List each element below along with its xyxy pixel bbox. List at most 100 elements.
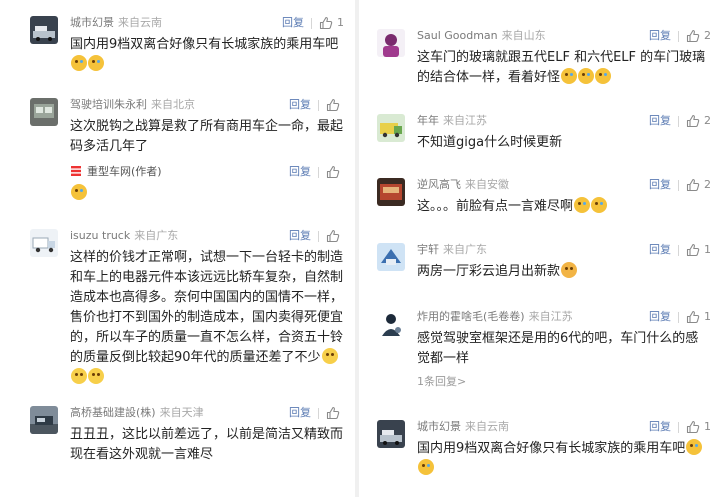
reply-button[interactable]: 回复: [649, 176, 671, 194]
awkward-smile-emoji-icon: [321, 348, 338, 364]
comment-meta: 逆风高飞 来自安徽 回复 2: [417, 176, 711, 194]
comment-location: 来自云南: [118, 16, 162, 29]
comment-location: 来自北京: [151, 98, 195, 111]
right-comment-panel: Saul Goodman 来自山东 回复 2 这车门的玻璃就跟五代ELF 和六代ELF …: [359, 0, 721, 497]
action-separator: [678, 311, 679, 323]
comment-text-block: 两房一厅彩云追月出新款: [417, 262, 711, 282]
user-avatar[interactable]: [377, 310, 405, 338]
left-comment-panel: 城市幻景 来自云南 回复 1 国内用9档双离合好像只有长城家族的乘用车吧 驾驶培训朱永利来…: [0, 0, 355, 497]
comment-text: 两房一厅彩云追月出新款: [417, 264, 561, 279]
comment-text-block: 这次脱钩之战算是救了所有商用车企一命，最起码多活几年了: [70, 117, 344, 157]
comment-text-block: 国内用9档双离合好像只有长城家族的乘用车吧: [417, 439, 711, 479]
comment-meta: 高桥基础建設(株) 来自天津 回复: [70, 404, 344, 422]
user-avatar[interactable]: [377, 420, 405, 448]
laugh-cry-emoji-icon: [578, 68, 595, 84]
like-count: 1: [337, 16, 344, 29]
comment-actions: 回复 1: [649, 308, 711, 326]
reply-button[interactable]: 回复: [289, 96, 311, 114]
thumbs-up-icon[interactable]: [686, 310, 700, 324]
comment-location: 来自天津: [159, 406, 204, 419]
comment-meta: 炸用的霍啥毛(毛卷卷) 来自江苏 回复 1: [417, 308, 711, 326]
reply-button[interactable]: 回复: [649, 27, 671, 45]
comment-text-block: 这样的价钱才正常啊，试想一下一台轻卡的制造和车上的电器元件本该远远比轿车复杂，自…: [70, 248, 344, 388]
thumbs-up-icon[interactable]: [686, 29, 700, 43]
laugh-cry-emoji-icon: [71, 55, 87, 71]
comment-location: 来自云南: [465, 420, 509, 433]
comment-actions: 回复 1: [282, 14, 344, 32]
thumbs-up-icon[interactable]: [686, 178, 700, 192]
comment-username[interactable]: 逆风高飞: [417, 178, 461, 191]
reply-button[interactable]: 回复: [649, 112, 671, 130]
reply-button[interactable]: 回复: [282, 14, 304, 32]
reply-button[interactable]: 回复: [289, 227, 311, 245]
comment-body: 城市幻景 来自云南 回复 1 国内用9档双离合好像只有长城家族的乘用车吧: [417, 418, 711, 479]
comment-body: isuzu truck 来自广东 回复这样的价钱才正常啊，试想一下一台轻卡的制造和车…: [70, 227, 344, 388]
reply-button[interactable]: 回复: [649, 308, 671, 326]
author-reply-actions: 回复: [289, 163, 344, 181]
author-logo-icon: [70, 165, 82, 177]
reply-button[interactable]: 回复: [289, 404, 311, 422]
user-avatar[interactable]: [377, 243, 405, 271]
laugh-cry-emoji-icon: [88, 55, 104, 71]
user-avatar[interactable]: [30, 16, 58, 44]
laugh-cry-emoji-icon: [418, 459, 434, 475]
thumbs-up-icon[interactable]: [326, 165, 340, 179]
comment-actions: 回复: [289, 227, 344, 245]
like-count: 1: [704, 310, 711, 323]
thumbs-up-icon[interactable]: [326, 229, 340, 243]
user-avatar[interactable]: [30, 406, 58, 434]
comment-text: 不知道giga什么时候更新: [417, 135, 563, 150]
comment-text: 国内用9档双离合好像只有长城家族的乘用车吧: [417, 441, 686, 456]
comment-body: 炸用的霍啥毛(毛卷卷) 来自江苏 回复 1 感觉驾驶室框架还是用的6代的吧，车门什么的感…: [417, 308, 711, 389]
comment-username[interactable]: 城市幻景: [417, 420, 461, 433]
comment-meta: Saul Goodman 来自山东 回复 2: [417, 27, 711, 45]
laugh-cry-emoji-icon: [574, 197, 591, 213]
laugh-cry-emoji-icon: [71, 184, 87, 200]
action-separator: [678, 179, 679, 191]
cat-laugh-emoji-icon: [561, 262, 578, 278]
user-avatar[interactable]: [30, 229, 58, 257]
comment-actions: 回复 1: [649, 418, 711, 436]
author-name[interactable]: 重型车网(作者): [87, 165, 162, 178]
thumbs-up-icon[interactable]: [319, 16, 333, 30]
action-separator: [318, 230, 319, 242]
thumbs-up-icon[interactable]: [686, 114, 700, 128]
thumbs-up-icon[interactable]: [326, 98, 340, 112]
user-avatar[interactable]: [377, 29, 405, 57]
action-separator: [678, 421, 679, 433]
comment-body: 逆风高飞 来自安徽 回复 2 这。。。前脸有点一言难尽啊: [417, 176, 711, 217]
comment-meta: 年年 来自江苏 回复 2: [417, 112, 711, 130]
more-replies-link[interactable]: 1条回复>: [417, 373, 711, 389]
comment-username[interactable]: 宇轩: [417, 243, 439, 256]
laugh-cry-emoji-icon: [591, 197, 608, 213]
comment-body: 高桥基础建設(株) 来自天津 回复丑丑丑，这比以前差远了，以前是简洁又精致而现在看这…: [70, 404, 344, 465]
action-separator: [311, 17, 312, 29]
reply-button[interactable]: 回复: [649, 418, 671, 436]
like-count: 1: [704, 420, 711, 433]
awkward-smile-emoji-icon: [88, 368, 104, 384]
user-avatar[interactable]: [377, 178, 405, 206]
comment-username[interactable]: Saul Goodman: [417, 29, 498, 42]
thumbs-up-icon[interactable]: [326, 406, 340, 420]
user-avatar[interactable]: [377, 114, 405, 142]
comment-username[interactable]: 炸用的霍啥毛(毛卷卷): [417, 310, 525, 323]
comment-location: 来自江苏: [443, 114, 487, 127]
user-avatar[interactable]: [30, 98, 58, 126]
thumbs-up-icon[interactable]: [686, 243, 700, 257]
comment-username[interactable]: isuzu truck: [70, 229, 130, 242]
author-reply-text: [70, 184, 344, 204]
comment-username[interactable]: 城市幻景: [70, 16, 114, 29]
comment-location: 来自广东: [134, 229, 179, 242]
comment-text: 感觉驾驶室框架还是用的6代的吧，车门什么的感觉都一样: [417, 331, 699, 366]
thumbs-up-icon[interactable]: [686, 420, 700, 434]
comment-actions: 回复: [289, 96, 344, 114]
reply-button[interactable]: 回复: [289, 163, 311, 181]
comment-username[interactable]: 高桥基础建設(株): [70, 406, 156, 419]
comment-text: 丑丑丑，这比以前差远了，以前是简洁又精致而现在看这外观就一言难尽: [70, 427, 344, 462]
comment-location: 来自广东: [443, 243, 487, 256]
comment-text-block: 这车门的玻璃就跟五代ELF 和六代ELF 的车门玻璃的结合体一样，看着好怪: [417, 48, 711, 88]
comment-location: 来自安徽: [465, 178, 509, 191]
comment-username[interactable]: 年年: [417, 114, 439, 127]
comment-username[interactable]: 驾驶培训朱永利: [70, 98, 147, 111]
reply-button[interactable]: 回复: [649, 241, 671, 259]
